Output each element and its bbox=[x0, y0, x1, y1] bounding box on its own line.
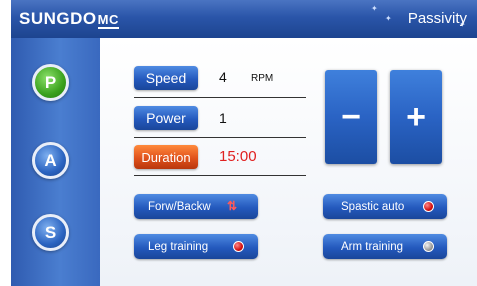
top-bar: SUNGDOMC ✦ ✦ ✦ Passivity bbox=[11, 0, 477, 38]
plus-icon: + bbox=[406, 97, 426, 136]
decrease-button[interactable]: − bbox=[325, 70, 377, 164]
increase-button[interactable]: + bbox=[390, 70, 442, 164]
leg-training-button[interactable]: Leg training bbox=[134, 234, 258, 259]
divider bbox=[134, 137, 306, 138]
leg-training-label: Leg training bbox=[148, 240, 209, 253]
direction-arrows-icon: ⇅ bbox=[227, 199, 238, 213]
divider bbox=[134, 175, 306, 176]
forw-backw-label: Forw/Backw bbox=[148, 200, 211, 213]
mode-title: Passivity bbox=[407, 10, 467, 27]
forw-backw-button[interactable]: Forw/Backw ⇅ bbox=[134, 194, 258, 219]
mode-button-a[interactable]: A bbox=[32, 142, 69, 179]
minus-icon: − bbox=[341, 97, 361, 136]
spastic-auto-button[interactable]: Spastic auto bbox=[323, 194, 447, 219]
status-indicator-icon bbox=[423, 201, 434, 212]
arm-training-button[interactable]: Arm training bbox=[323, 234, 447, 259]
power-button[interactable]: Power bbox=[134, 106, 198, 130]
duration-value: 15:00 bbox=[219, 148, 257, 165]
app-screen: SUNGDOMC ✦ ✦ ✦ Passivity P A S Speed 4 R… bbox=[11, 0, 477, 286]
status-indicator-icon bbox=[233, 241, 244, 252]
mode-button-p[interactable]: P bbox=[32, 64, 69, 101]
speed-value: 4 bbox=[219, 69, 227, 85]
sparkle-icon: ✦ bbox=[371, 4, 378, 13]
mode-sidebar: P A S bbox=[11, 38, 100, 286]
duration-button[interactable]: Duration bbox=[134, 145, 198, 169]
logo-suffix: MC bbox=[97, 12, 119, 29]
main-panel: Speed 4 RPM Power 1 Duration 15:00 − + F… bbox=[100, 38, 477, 286]
arm-training-label: Arm training bbox=[341, 240, 403, 253]
mode-button-s[interactable]: S bbox=[32, 214, 69, 251]
speed-unit: RPM bbox=[251, 73, 274, 84]
status-indicator-icon bbox=[423, 241, 434, 252]
logo-text: SUNGDO bbox=[19, 9, 97, 28]
brand-logo: SUNGDOMC bbox=[19, 9, 119, 29]
spastic-auto-label: Spastic auto bbox=[341, 200, 405, 213]
speed-button[interactable]: Speed bbox=[134, 66, 198, 90]
divider bbox=[134, 97, 306, 98]
sparkle-icon: ✦ bbox=[385, 14, 392, 23]
power-value: 1 bbox=[219, 110, 227, 126]
